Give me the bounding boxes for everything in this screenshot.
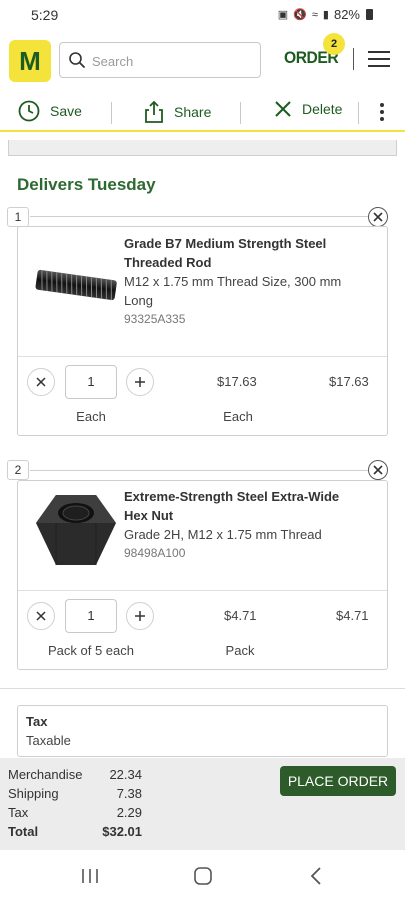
quantity-input[interactable]: 1 [65, 365, 117, 399]
notification-icon: ▣ [277, 9, 290, 21]
decrease-quantity-button[interactable] [27, 602, 55, 630]
plus-icon [135, 611, 145, 621]
battery-icon [366, 9, 373, 20]
item-number: 2 [7, 460, 29, 480]
line-total: $17.63 [329, 374, 369, 389]
unit-price: $4.71 [224, 608, 257, 623]
remove-item-button[interactable] [368, 460, 388, 480]
action-bar: Save Share Delete [0, 94, 405, 132]
part-number: 93325A335 [124, 312, 186, 326]
item-divider [18, 590, 387, 591]
quantity-unit: Each [76, 409, 106, 424]
hex-nut-image [36, 495, 116, 565]
decrease-quantity-button[interactable] [27, 368, 55, 396]
delivery-heading: Delivers Tuesday [17, 175, 156, 194]
wifi-icon: ≈ [311, 8, 319, 21]
line-total: $4.71 [336, 608, 369, 623]
plus-icon [135, 377, 145, 387]
system-nav-bar [0, 850, 405, 900]
unit-price: $17.63 [217, 374, 257, 389]
tax-label: Tax [26, 714, 48, 729]
share-button[interactable]: Share [144, 100, 211, 124]
item-separator-line [30, 216, 368, 217]
save-label: Save [50, 103, 82, 119]
shipping-row: Shipping 7.38 [8, 786, 142, 801]
item-number: 1 [7, 207, 29, 227]
quantity-unit: Pack of 5 each [48, 643, 134, 658]
increase-quantity-button[interactable] [126, 368, 154, 396]
signal-icon: ▮ [322, 9, 330, 21]
threaded-rod-image [35, 269, 117, 301]
item-title[interactable]: Extreme-Strength Steel Extra-Wide Hex Nu… [124, 487, 339, 525]
tax-status-box: Tax Taxable [17, 705, 388, 757]
quantity-input[interactable]: 1 [65, 599, 117, 633]
action-divider [240, 102, 241, 124]
previous-panel-edge [8, 140, 397, 156]
price-unit: Pack [225, 643, 255, 658]
search-box[interactable] [59, 42, 261, 78]
item-title[interactable]: Grade B7 Medium Strength Steel Threaded … [124, 234, 326, 272]
clock-icon [18, 100, 40, 122]
cart-item: Grade B7 Medium Strength Steel Threaded … [17, 226, 388, 436]
remove-item-button[interactable] [368, 207, 388, 227]
action-divider [358, 102, 359, 124]
home-icon[interactable] [193, 867, 213, 885]
status-bar: 5:29 ▣ 🔇 ≈ ▮ 82% [0, 0, 405, 30]
share-icon [145, 100, 163, 123]
close-icon [275, 101, 291, 117]
part-number: 98498A100 [124, 546, 186, 560]
place-order-button[interactable]: PLACE ORDER [280, 766, 396, 796]
item-description: M12 x 1.75 mm Thread Size, 300 mm Long [124, 274, 342, 308]
header-divider [353, 48, 354, 70]
tax-value: Taxable [26, 733, 71, 748]
more-options-icon[interactable] [380, 103, 384, 124]
section-divider [0, 688, 405, 689]
status-time: 5:29 [31, 7, 59, 23]
close-icon [373, 465, 383, 475]
item-separator-line [30, 470, 368, 471]
increase-quantity-button[interactable] [126, 602, 154, 630]
recent-apps-icon[interactable] [80, 868, 100, 884]
save-button[interactable]: Save [18, 100, 82, 122]
menu-icon[interactable] [368, 51, 390, 67]
item-description: Grade 2H, M12 x 1.75 mm Thread [124, 527, 322, 542]
share-label: Share [174, 104, 212, 120]
action-divider [111, 102, 112, 124]
search-icon [69, 52, 85, 68]
delete-label: Delete [302, 101, 343, 117]
search-input[interactable] [92, 51, 252, 71]
close-icon [36, 611, 46, 621]
battery-level: 82% [333, 7, 360, 22]
mute-icon: 🔇 [293, 9, 308, 21]
back-icon[interactable] [309, 867, 323, 885]
item-divider [18, 356, 387, 357]
price-unit: Each [223, 409, 253, 424]
total-row: Total $32.01 [8, 824, 142, 839]
tax-row: Tax 2.29 [8, 805, 142, 820]
order-summary: Merchandise 22.34 Shipping 7.38 Tax 2.29… [0, 758, 405, 850]
order-count-badge: 2 [323, 33, 345, 55]
cart-item: Extreme-Strength Steel Extra-Wide Hex Nu… [17, 480, 388, 670]
merchandise-row: Merchandise 22.34 [8, 767, 142, 782]
delete-button[interactable]: Delete [274, 100, 342, 118]
logo[interactable]: M [9, 40, 51, 82]
status-icons: ▣ 🔇 ≈ ▮ 82% [278, 7, 373, 22]
close-icon [373, 212, 383, 222]
close-icon [36, 377, 46, 387]
